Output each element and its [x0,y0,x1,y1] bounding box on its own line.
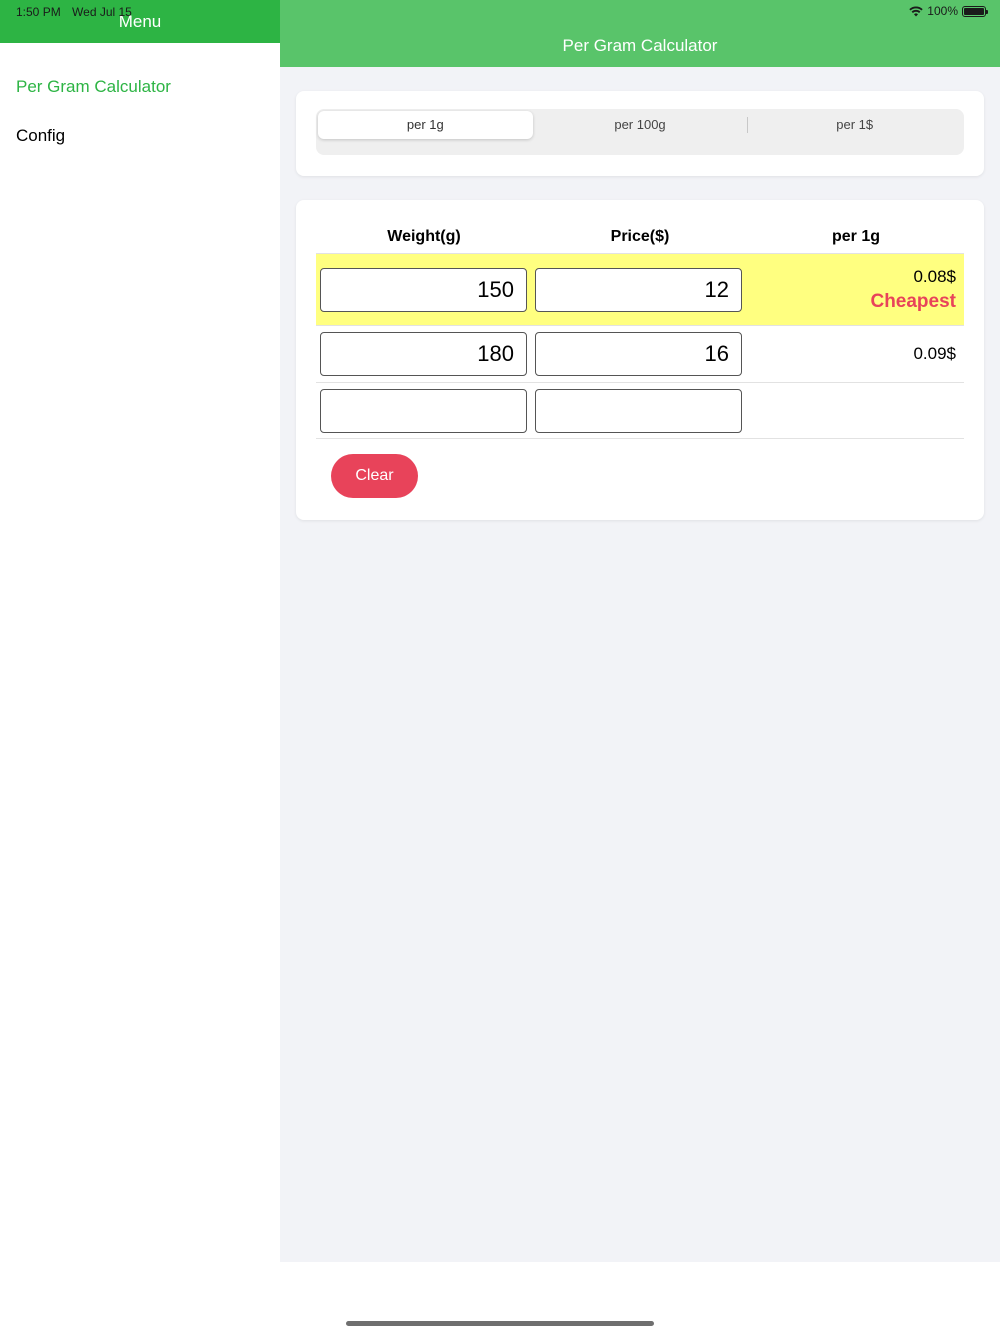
unit-price: 0.09$ [913,344,956,363]
sidebar-item-config[interactable]: Config [0,111,280,160]
table-row [316,382,964,439]
calculator-table: Weight(g) Price($) per 1g 150 12 0.08$ C… [316,220,964,439]
price-input[interactable] [535,388,742,433]
status-bar-right: 100% [909,4,988,18]
sidebar: Menu Per Gram Calculator Config [0,0,280,1262]
price-input[interactable]: 16 [535,332,742,376]
calculator-card: Weight(g) Price($) per 1g 150 12 0.08$ C… [296,200,984,520]
table-header: Weight(g) Price($) per 1g [316,220,964,253]
page-title: Per Gram Calculator [280,0,1000,67]
header-result: per 1g [831,227,880,245]
wifi-icon [909,6,923,16]
segment-per-100g[interactable]: per 100g [533,111,748,139]
status-date: Wed Jul 15 [72,5,132,19]
unit-price: 0.08$ [913,266,956,286]
price-input[interactable]: 12 [535,267,742,312]
main-panel: Per Gram Calculator per 1g per 100g per … [280,0,1000,1262]
weight-input[interactable] [320,388,527,433]
clear-button[interactable]: Clear [331,454,418,498]
table-row: 150 12 0.08$ Cheapest [316,253,964,325]
result-cell: 0.09$ [750,344,960,364]
unit-segmented-control: per 1g per 100g per 1$ [316,109,964,155]
header-price: Price($) [610,227,670,245]
table-row: 180 16 0.09$ [316,325,964,382]
result-cell: 0.08$ Cheapest [750,267,960,313]
battery-percent: 100% [927,4,958,18]
battery-icon [962,5,988,17]
status-bar-left: 1:50 PM Wed Jul 15 [16,5,140,19]
sidebar-item-per-gram-calculator[interactable]: Per Gram Calculator [0,62,280,111]
cheapest-badge: Cheapest [870,290,956,312]
status-time: 1:50 PM [16,5,61,19]
unit-selector-card: per 1g per 100g per 1$ [296,91,984,176]
segment-per-1g[interactable]: per 1g [318,111,533,139]
weight-input[interactable]: 150 [320,267,527,312]
header-weight: Weight(g) [387,227,461,245]
weight-input[interactable]: 180 [320,332,527,376]
home-indicator[interactable] [346,1321,654,1326]
segment-per-1-dollar[interactable]: per 1$ [747,111,962,139]
